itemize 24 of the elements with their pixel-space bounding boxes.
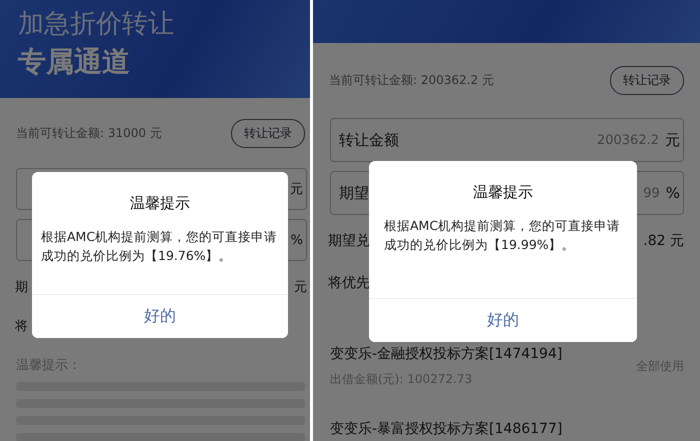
row-label: 期望兑 [328, 232, 370, 250]
banner-title: 专属通道 [18, 44, 131, 80]
field-value: 99 [643, 186, 660, 200]
dialog-title: 温馨提示 [130, 194, 190, 213]
dialog-title: 温馨提示 [473, 183, 533, 202]
dialog-message: 根据AMC机构提前测算，您的可直接申请成功的兑价比例为【19.76%】。 [41, 228, 278, 265]
field-label: 转让金额 [339, 130, 399, 150]
field-label: 期望 [339, 184, 369, 202]
plan-title: 变变乐-暴富授权投标方案[1486177] [330, 420, 562, 438]
balance-text: 当前可转让金额: 200362.2 元 [329, 72, 494, 89]
row-value: 元 [294, 278, 307, 296]
unit-label: % [290, 232, 303, 248]
field-value: 200362.2 [596, 132, 659, 148]
row-label: 将优先 [328, 274, 370, 292]
unit-label: 元 [665, 130, 680, 150]
balance-text: 当前可转让金额: 31000 元 [16, 124, 162, 142]
unit-label: % [666, 184, 680, 202]
row-value: .82 元 [643, 232, 684, 250]
plan-title: 变变乐-金融授权投标方案[1474194] [330, 345, 562, 363]
banner-title: 加急折价转让 [18, 8, 175, 41]
row-label: 期 [15, 278, 28, 296]
dialog-message: 根据AMC机构提前测算，您的可直接申请成功的兑价比例为【19.99%】。 [384, 217, 622, 254]
unit-label: 元 [290, 181, 303, 198]
row-label: 将 [15, 318, 28, 334]
